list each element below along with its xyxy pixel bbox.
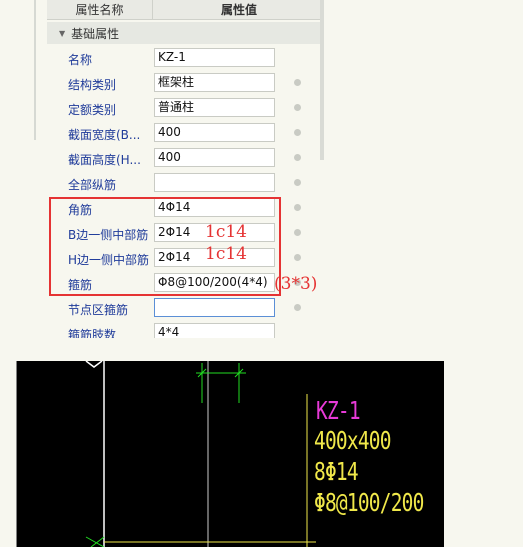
extra-checkbox-dot[interactable]: [294, 79, 301, 86]
property-row-quota-type[interactable]: 定额类别 普通柱: [47, 96, 320, 121]
cad-column-name: KZ-1: [316, 396, 361, 425]
extra-checkbox-dot[interactable]: [294, 204, 301, 211]
cad-drawing-view[interactable]: KZ-1 400x400 8Φ14 Φ8@100/200: [16, 361, 444, 547]
property-label: 截面高度(H...: [68, 153, 141, 167]
property-row-stirrup-legs[interactable]: 箍筋肢数 4*4: [47, 321, 320, 338]
property-row-all-longitudinal[interactable]: 全部纵筋: [47, 171, 320, 196]
extra-checkbox-dot[interactable]: [294, 229, 301, 236]
cad-longitudinal-bars: 8Φ14: [314, 457, 359, 486]
property-label: 结构类别: [68, 78, 117, 92]
property-label: 定额类别: [68, 103, 117, 117]
property-value-field[interactable]: [154, 298, 275, 317]
h-side-handwritten-note: 1c14: [205, 244, 247, 264]
group-basic-properties[interactable]: ▼ 基础属性: [47, 22, 320, 44]
property-value-field[interactable]: 4*4: [154, 323, 275, 338]
panel-left-border: [34, 0, 36, 140]
property-value-field[interactable]: 普通柱: [154, 98, 275, 117]
property-label: 截面宽度(B...: [68, 128, 141, 142]
collapse-triangle-icon[interactable]: ▼: [59, 29, 65, 38]
property-row-section-width[interactable]: 截面宽度(B... 400: [47, 121, 320, 146]
extra-checkbox-dot[interactable]: [294, 179, 301, 186]
cad-section-size: 400x400: [314, 426, 392, 455]
header-property-name[interactable]: 属性名称: [47, 0, 153, 20]
property-value-field[interactable]: 400: [154, 148, 275, 167]
extra-checkbox-dot[interactable]: [294, 254, 301, 261]
property-label: 全部纵筋: [68, 178, 117, 192]
extra-checkbox-dot[interactable]: [294, 154, 301, 161]
extra-checkbox-dot[interactable]: [294, 104, 301, 111]
property-value-field[interactable]: 400: [154, 123, 275, 142]
property-row-section-height[interactable]: 截面高度(H... 400: [47, 146, 320, 171]
extra-checkbox-dot[interactable]: [294, 129, 301, 136]
cad-stirrup-spec: Φ8@100/200: [314, 488, 424, 517]
property-label: 节点区箍筋: [68, 303, 129, 317]
vertical-scrollbar[interactable]: [320, 0, 324, 160]
group-label: 基础属性: [71, 26, 120, 41]
extra-checkbox-dot[interactable]: [294, 304, 301, 311]
property-label: 箍筋肢数: [68, 328, 117, 338]
header-property-value[interactable]: 属性值: [153, 0, 320, 20]
property-label: 名称: [68, 53, 93, 67]
property-row-name[interactable]: 名称 KZ-1: [47, 46, 320, 71]
stirrup-handwritten-note: (3*3): [274, 274, 318, 294]
property-value-field[interactable]: [154, 173, 275, 192]
property-row-structure-type[interactable]: 结构类别 框架柱: [47, 71, 320, 96]
b-side-handwritten-note: 1c14: [205, 222, 247, 242]
property-value-field[interactable]: KZ-1: [154, 48, 275, 67]
property-row-joint-stirrup[interactable]: 节点区箍筋: [47, 296, 320, 321]
property-value-field[interactable]: 框架柱: [154, 73, 275, 92]
